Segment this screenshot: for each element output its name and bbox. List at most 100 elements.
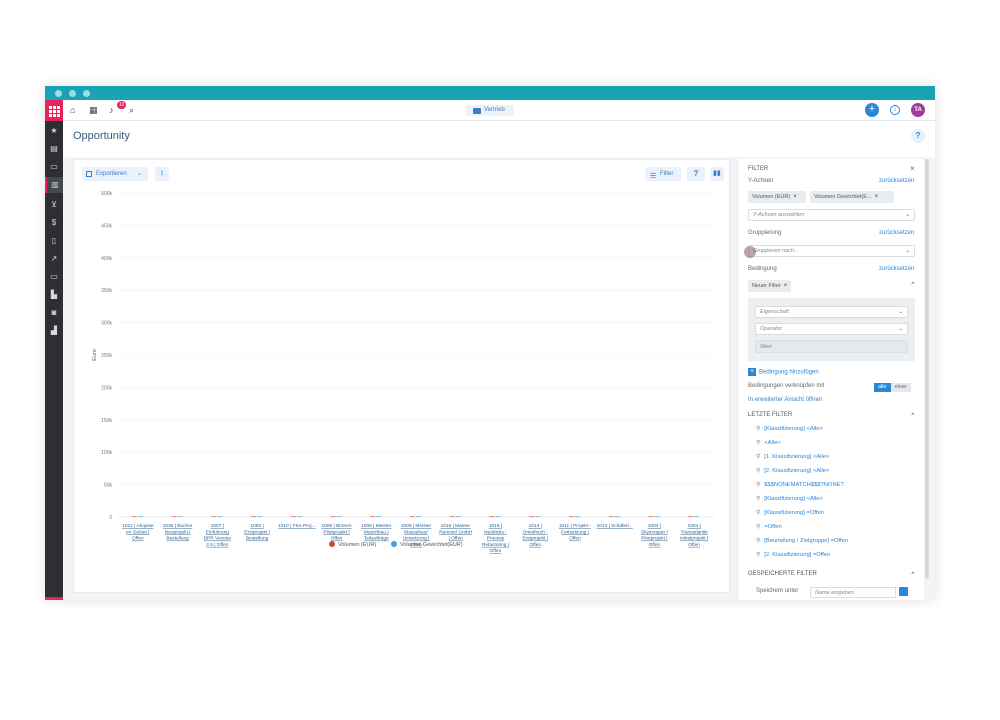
grouping-select[interactable]: Gruppieren nach... ⌄ <box>748 245 915 257</box>
apps-grid-icon[interactable] <box>45 100 63 121</box>
y-tick-label: 100k <box>101 450 112 456</box>
chart-help-button[interactable]: ? <box>687 167 705 181</box>
bar <box>131 516 137 517</box>
search-icon: ⚲ <box>756 482 761 488</box>
recent-filter-item[interactable]: ⚲ [1. Klassifizierung] <Alle> <box>756 454 829 460</box>
x-tick-label: 1012 | Akquise im Gebiet | Offen <box>122 523 154 542</box>
sidebar-tools-icon[interactable]: ↗ <box>45 251 63 267</box>
value-field[interactable]: Wert <box>755 340 908 353</box>
bar <box>688 516 694 517</box>
recent-filter-label: =Offen <box>764 524 782 530</box>
operator-select[interactable]: Operator ⌄ <box>755 323 908 335</box>
recent-filter-item[interactable]: ⚲ [2. Klassifizierung] <Alle> <box>756 468 829 474</box>
window-close-dot[interactable] <box>55 90 62 97</box>
chevron-up-icon[interactable]: ⌃ <box>910 281 916 289</box>
chevron-down-icon: ⌄ <box>905 212 910 218</box>
recent-filter-item[interactable]: ⚲ [Klassifizierung] =Offen <box>756 510 824 516</box>
recent-filter-item[interactable]: ⚲ [2. Klassifizierung] =Offen <box>756 552 830 558</box>
info-icon[interactable]: i <box>890 105 900 115</box>
sidebar-card-icon[interactable]: ▭ <box>45 269 63 285</box>
sidebar-chart-icon[interactable]: ▟ <box>45 323 63 339</box>
filter-button[interactable]: ☰ Filter <box>645 167 681 181</box>
add-condition-button[interactable]: + Bedingung hinzufügen <box>748 368 819 376</box>
y-axes-label: Y-Achsen <box>748 178 774 184</box>
y-axes-reset-link[interactable]: zurücksetzen <box>879 178 914 184</box>
app-chip-label: Vertrieb <box>484 107 505 113</box>
new-filter-chip[interactable]: Neuer Filter × <box>748 280 792 292</box>
window-minimize-dot[interactable] <box>69 90 76 97</box>
recent-filter-label: [Klassifizierung] =Offen <box>764 510 824 516</box>
condition-reset-link[interactable]: zurücksetzen <box>879 266 914 272</box>
sidebar-cart-icon[interactable]: ⊻ <box>45 197 63 213</box>
recent-filter-item[interactable]: ⚲ =Offen <box>756 524 782 530</box>
save-under-label: Speichern unter <box>756 588 799 594</box>
bar <box>290 516 296 517</box>
bar <box>416 516 421 517</box>
recent-filter-item[interactable]: ⚲ [Beurteilung / Zielgruppe] =Offen <box>756 538 848 544</box>
sidebar-dollar-icon[interactable]: $ <box>45 215 63 231</box>
window-maximize-dot[interactable] <box>83 90 90 97</box>
y-tick-label: 50k <box>104 483 113 489</box>
bar <box>257 516 263 517</box>
chevron-up-icon[interactable]: ⌃ <box>910 412 916 420</box>
x-tick-label: 1007 | Einführung DPR Version 2.5 | Offen <box>204 523 232 548</box>
app-switcher-vertrieb[interactable]: Vertrieb <box>466 105 514 116</box>
sidebar-contacts-icon[interactable]: ▭ <box>45 159 63 175</box>
y-axis-chip[interactable]: Volumen Gewichtet(E... × <box>810 191 894 203</box>
remove-chip-icon[interactable]: × <box>874 194 878 200</box>
bar <box>535 516 541 517</box>
export-icon <box>86 171 92 177</box>
y-axes-select-placeholder: Y-Achsen auswählen <box>753 212 805 218</box>
y-axis-label: Euro <box>92 349 98 361</box>
remove-chip-icon[interactable]: × <box>784 283 788 289</box>
calendar-icon[interactable]: ▦ <box>89 105 98 116</box>
bar <box>336 516 342 517</box>
property-select[interactable]: Eigenschaft ⌄ <box>755 306 908 318</box>
recent-filter-item[interactable]: ⚲ [Klassifizierung] <Alle> <box>756 426 823 432</box>
page-help-button[interactable]: ? <box>911 129 925 143</box>
sidebar: ★ ▤ ▭ ▥ ⊻ $ ▯ ↗ ▭ ▙ ◙ ▟ <box>45 121 63 600</box>
recent-filter-item[interactable]: ⚲ <Alle> <box>756 440 781 446</box>
chevron-up-icon[interactable]: ⌃ <box>910 571 916 579</box>
filter-panel-scrollbar[interactable] <box>925 159 929 579</box>
recent-filter-item[interactable]: ⚲ [Klassifizierung] <Alle> <box>756 496 823 502</box>
chevron-down-icon: ⌄ <box>898 309 903 315</box>
grouping-reset-link[interactable]: zurücksetzen <box>879 230 914 236</box>
x-tick-label: 1004 | Transatlantik Initialprojekt | Offen <box>680 523 708 548</box>
sidebar-settings-icon[interactable]: ◙ <box>45 305 63 321</box>
extended-view-link[interactable]: In erweiterter Ansicht öffnen <box>748 397 822 403</box>
filter-name-input[interactable]: Name eingeben <box>810 587 896 598</box>
search-icon[interactable]: ⌕ <box>129 105 134 116</box>
remove-chip-icon[interactable]: × <box>793 194 797 200</box>
create-new-button[interactable]: + <box>865 103 879 117</box>
bar <box>370 516 376 517</box>
sidebar-dashboard-icon[interactable]: ▤ <box>45 141 63 157</box>
y-axes-select[interactable]: Y-Achsen auswählen ⌄ <box>748 209 915 221</box>
save-icon[interactable] <box>899 587 908 596</box>
sidebar-document-icon[interactable]: ▯ <box>45 233 63 249</box>
home-icon[interactable]: ⌂ <box>70 105 75 115</box>
search-icon: ⚲ <box>756 468 761 474</box>
bar <box>495 516 501 517</box>
briefcase-icon <box>473 108 481 114</box>
sidebar-favorites-star-icon[interactable]: ★ <box>45 123 63 139</box>
bar-chart-icon[interactable]: ▮▮ <box>710 167 724 181</box>
export-button[interactable]: Exportieren ⌄ <box>82 167 148 181</box>
legend-label: Volumen (EUR) <box>338 542 376 548</box>
x-tick-label: 1015 | Neddicks -Process Refactoring | Offe… <box>482 523 509 554</box>
link-conditions-toggle[interactable]: alle einer <box>874 383 911 392</box>
recent-filter-item[interactable]: ⚲ $$$NONEMATCH$$$?NONE? <box>756 482 844 488</box>
more-options-button[interactable]: ⋮ <box>155 167 169 181</box>
sidebar-opportunity-icon[interactable]: ▥ <box>45 177 63 193</box>
bar <box>211 516 217 517</box>
toggle-all-option[interactable]: alle <box>874 383 891 392</box>
y-axis-chip[interactable]: Volumen (EUR) × <box>748 191 806 203</box>
window-titlebar <box>45 86 935 100</box>
user-avatar[interactable]: TA <box>911 103 925 117</box>
bell-icon[interactable]: ♪ <box>109 105 114 115</box>
toggle-one-option[interactable]: einer <box>890 383 911 392</box>
close-icon[interactable]: × <box>910 164 915 173</box>
sidebar-report-icon[interactable]: ▙ <box>45 287 63 303</box>
search-icon: ⚲ <box>756 496 761 502</box>
bar <box>376 516 382 517</box>
